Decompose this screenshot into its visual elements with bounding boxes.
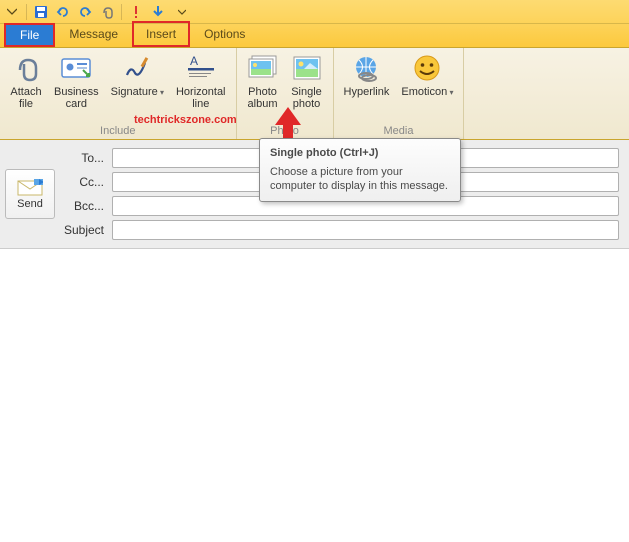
emoticon-label: Emoticon — [401, 86, 453, 99]
group-media-label: Media — [338, 125, 460, 139]
tab-message[interactable]: Message — [55, 21, 132, 47]
tab-options[interactable]: Options — [190, 21, 259, 47]
signature-icon — [121, 52, 153, 84]
priority-high-icon[interactable] — [128, 4, 144, 20]
qat-more-icon[interactable] — [174, 4, 190, 20]
photo-album-icon — [247, 52, 279, 84]
separator — [121, 4, 122, 20]
attach-file-button[interactable]: Attach file — [4, 50, 48, 125]
envelope-icon — [17, 178, 43, 196]
tab-insert[interactable]: Insert — [132, 21, 190, 47]
emoticon-button[interactable]: Emoticon — [395, 50, 459, 125]
tab-file[interactable]: File — [4, 23, 55, 47]
bcc-label[interactable]: Bcc... — [60, 199, 104, 213]
ribbon-tabs: File Message Insert Options — [0, 24, 629, 48]
redo-icon[interactable] — [77, 4, 93, 20]
ribbon: Attach file Business card Signature A Ho… — [0, 48, 629, 140]
business-card-icon — [60, 52, 92, 84]
paperclip-icon — [10, 52, 42, 84]
save-icon[interactable] — [33, 4, 49, 20]
attach-file-label: Attach file — [10, 86, 41, 110]
separator — [26, 4, 27, 20]
priority-low-icon[interactable] — [150, 4, 166, 20]
business-card-button[interactable]: Business card — [48, 50, 105, 125]
business-card-label: Business card — [54, 86, 99, 110]
tooltip-title: Single photo (Ctrl+J) — [270, 147, 450, 159]
send-label: Send — [17, 198, 43, 210]
horizontal-line-icon: A — [185, 52, 217, 84]
hyperlink-label: Hyperlink — [344, 86, 390, 98]
svg-text:A: A — [190, 55, 198, 68]
subject-input[interactable] — [112, 220, 619, 240]
attach-icon[interactable] — [99, 4, 115, 20]
horizontal-line-label: Horizontal line — [176, 86, 226, 110]
group-media: Hyperlink Emoticon Media — [334, 48, 465, 139]
hyperlink-button[interactable]: Hyperlink — [338, 50, 396, 125]
single-photo-icon — [291, 52, 323, 84]
group-include-label: Include — [4, 125, 232, 139]
qat-dropdown-icon[interactable] — [4, 4, 20, 20]
cc-label[interactable]: Cc... — [60, 175, 104, 189]
message-body-editor[interactable] — [0, 249, 629, 509]
tooltip: Single photo (Ctrl+J) Choose a picture f… — [259, 138, 461, 202]
tooltip-body: Choose a picture from your computer to d… — [270, 165, 450, 193]
emoticon-icon — [411, 52, 443, 84]
hyperlink-icon — [350, 52, 382, 84]
undo-icon[interactable] — [55, 4, 71, 20]
subject-label: Subject — [60, 223, 104, 237]
to-label[interactable]: To... — [60, 151, 104, 165]
signature-label: Signature — [111, 86, 164, 99]
watermark-text: techtrickszone.com — [134, 114, 237, 126]
send-button[interactable]: Send — [5, 169, 55, 219]
